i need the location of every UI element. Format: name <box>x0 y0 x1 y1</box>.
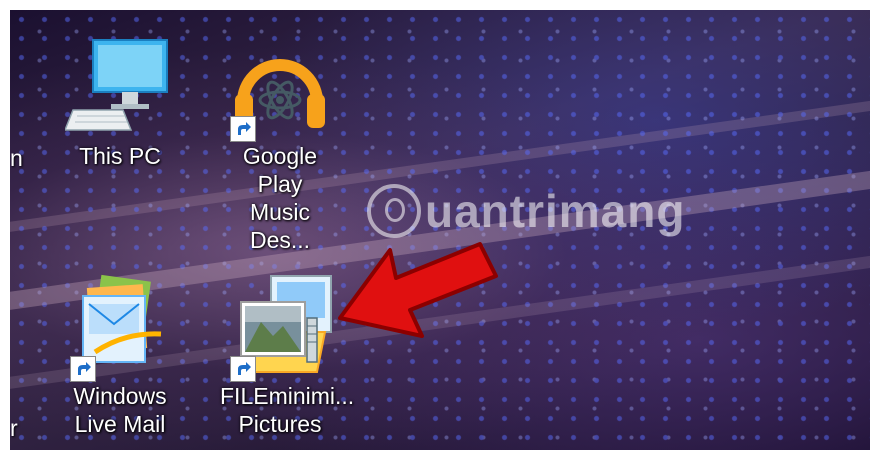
icon-label-line1: Windows <box>73 383 167 409</box>
desktop-icon-windows-live-mail[interactable]: Windows Live Mail <box>60 272 180 438</box>
icon-label-line2: Live Mail <box>74 411 166 437</box>
partial-icon-label-top: n <box>10 145 23 171</box>
computer-icon <box>63 32 175 142</box>
lightbulb-logo-icon <box>367 183 421 238</box>
icon-label-line1: FILEminimi... <box>220 383 355 409</box>
watermark-text: uantrimang <box>425 184 686 237</box>
windows-live-mail-icon <box>65 272 175 382</box>
shortcut-arrow-icon <box>230 116 256 142</box>
desktop-icon-fileminimizer-pictures[interactable]: FILEminimi... Pictures <box>220 272 355 438</box>
icon-label-line2: Music Des... <box>249 199 311 253</box>
shortcut-arrow-icon <box>230 356 256 382</box>
desktop-icon-this-pc[interactable]: This PC <box>60 32 180 170</box>
red-arrow-icon <box>338 242 498 338</box>
partial-icon-label-bottom: r <box>10 415 18 441</box>
icon-label-line2: Pictures <box>238 411 322 437</box>
google-play-music-icon <box>225 32 335 142</box>
quantrimang-watermark: uantrimang <box>367 180 685 238</box>
desktop-background: n r This PC Google Play Music Des... Win… <box>10 10 870 450</box>
icon-label-line1: Google Play <box>242 143 318 197</box>
icon-label-line1: This PC <box>79 143 161 169</box>
shortcut-arrow-icon <box>70 356 96 382</box>
fileminimizer-pictures-icon <box>225 272 335 382</box>
desktop-icon-google-play-music[interactable]: Google Play Music Des... <box>220 32 340 254</box>
